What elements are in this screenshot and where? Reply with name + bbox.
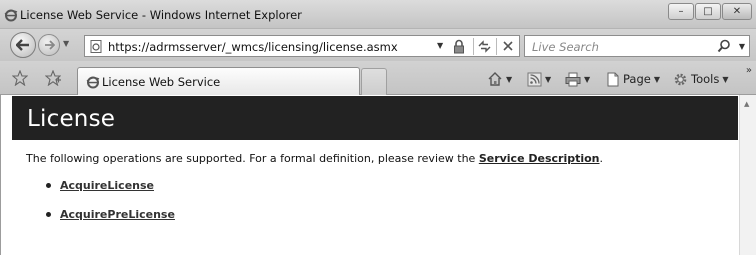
page-menu[interactable]: Page ▼ [606, 71, 660, 87]
ie-icon [4, 9, 18, 22]
ie-icon [86, 76, 100, 89]
address-dropdown[interactable]: ▼ [437, 41, 443, 50]
search-icon[interactable] [717, 39, 731, 53]
forward-button[interactable] [38, 34, 60, 56]
page-icon [607, 72, 619, 86]
tools-menu-label: Tools [691, 72, 720, 86]
lock-icon[interactable] [452, 39, 466, 54]
scroll-up-arrow-icon[interactable]: ▲ [744, 100, 749, 108]
chevron-down-icon: ▼ [722, 74, 729, 84]
print-button[interactable]: ▼ [565, 71, 590, 87]
tab-title: License Web Service [102, 75, 221, 89]
title-bar: License Web Service - Windows Internet E… [0, 0, 756, 29]
window-title: License Web Service - Windows Internet E… [20, 8, 302, 22]
stop-icon[interactable] [501, 38, 515, 53]
address-url[interactable]: https://adrmsserver/_wmcs/licensing/lice… [108, 40, 398, 54]
address-divider [473, 38, 474, 55]
home-button[interactable]: ▼ [487, 71, 512, 87]
intro-end: . [599, 152, 604, 165]
forward-arrow-icon [44, 40, 55, 50]
page-content: License The following operations are sup… [0, 95, 756, 255]
chevron-down-icon[interactable]: ▼ [545, 75, 551, 84]
intro-text: The following operations are supported. … [26, 152, 479, 165]
search-box[interactable]: Live Search ▼ [524, 35, 750, 57]
page-menu-label: Page [623, 72, 651, 86]
bullet-icon [46, 212, 51, 217]
operation-link-acquireprelicense[interactable]: AcquirePreLicense [60, 208, 175, 221]
search-input[interactable]: Live Search [532, 40, 599, 54]
tools-menu[interactable]: Tools ▼ [673, 71, 729, 87]
service-description-link[interactable]: Service Description [479, 152, 600, 165]
tab-bar: License Web Service ▼ ▼ ▼ Page ▼ Tools ▼… [0, 61, 756, 95]
address-bar[interactable]: https://adrmsserver/_wmcs/licensing/lice… [84, 35, 520, 57]
print-icon [565, 72, 581, 86]
bullet-icon [46, 183, 51, 188]
intro-paragraph: The following operations are supported. … [26, 152, 603, 165]
back-arrow-icon [16, 39, 29, 51]
page-title: License [27, 106, 116, 132]
favorites-star-icon[interactable] [12, 70, 28, 86]
refresh-icon[interactable] [477, 39, 492, 54]
chevron-down-icon[interactable]: ▼ [584, 75, 590, 84]
add-favorites-icon[interactable] [45, 70, 61, 86]
feeds-button[interactable]: ▼ [527, 71, 551, 87]
tab-license-web-service[interactable]: License Web Service [77, 67, 360, 95]
close-button[interactable]: ✕ [722, 3, 752, 20]
maximize-button[interactable]: □ [695, 3, 721, 20]
recent-pages-dropdown[interactable]: ▼ [63, 39, 69, 48]
navigation-bar: ▼ https://adrmsserver/_wmcs/licensing/li… [0, 29, 756, 61]
page-header-banner: License [12, 96, 738, 140]
address-divider [496, 38, 497, 55]
home-icon [488, 72, 502, 86]
more-commands-chevron-icon[interactable]: » [746, 65, 752, 76]
operation-link-acquirelicense[interactable]: AcquireLicense [60, 179, 154, 192]
minimize-button[interactable]: – [668, 3, 694, 20]
window-controls: – □ ✕ [667, 3, 752, 21]
chevron-down-icon[interactable]: ▼ [506, 75, 512, 84]
search-options-dropdown[interactable]: ▼ [739, 42, 745, 51]
chevron-down-icon: ▼ [653, 74, 660, 84]
feeds-icon [527, 72, 542, 86]
page-icon [90, 40, 102, 53]
vertical-scrollbar[interactable]: ▲ [739, 95, 756, 255]
new-tab-button[interactable] [361, 68, 387, 95]
back-button[interactable] [10, 32, 36, 58]
gear-icon [674, 73, 687, 85]
